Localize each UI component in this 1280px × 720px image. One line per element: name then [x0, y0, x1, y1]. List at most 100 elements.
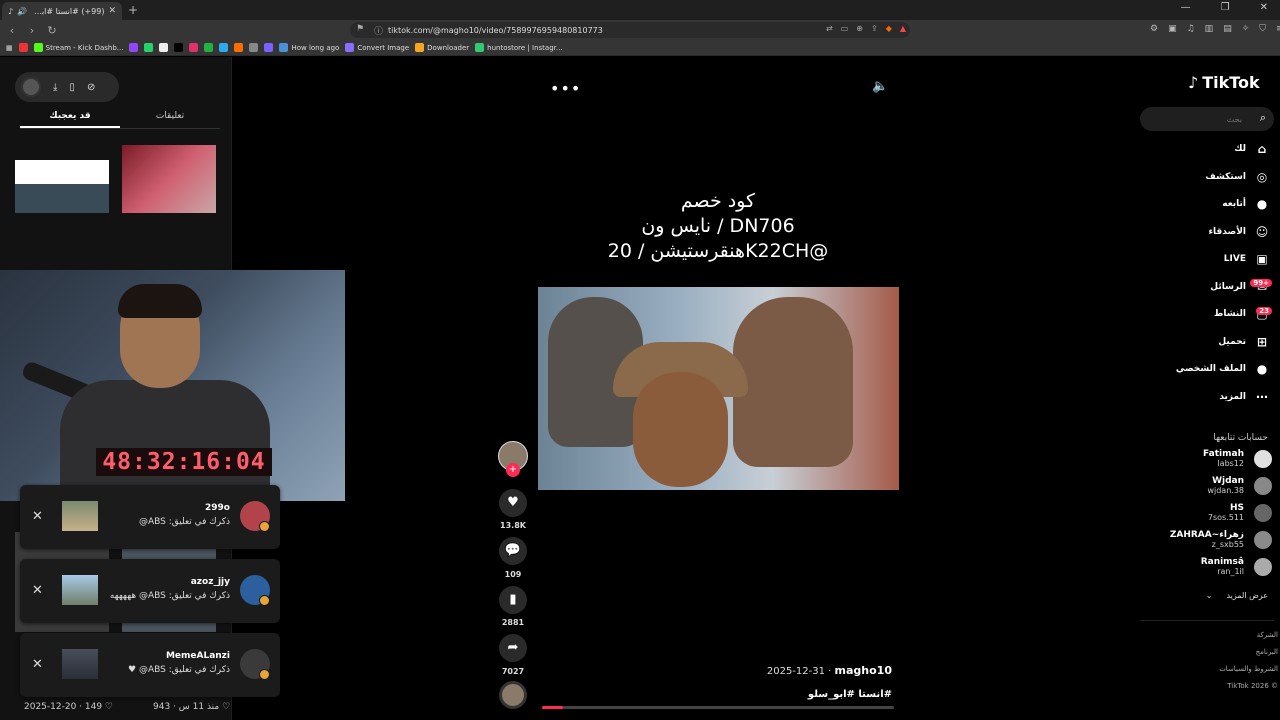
- bookmark-item[interactable]: [144, 43, 154, 52]
- browser-tab[interactable]: ♪ 🔊 (99+) #انستا #ابو_سلو | ابو سلو ✕: [2, 2, 122, 20]
- brave-shield-icon[interactable]: ◆: [886, 24, 892, 33]
- bookmark-item[interactable]: [174, 43, 184, 52]
- follow-plus-icon[interactable]: +: [506, 463, 520, 477]
- wallet-icon[interactable]: ▤: [1223, 24, 1232, 34]
- nav-item-explore[interactable]: استكشف ◎: [1205, 170, 1270, 184]
- comment-count: 109: [504, 570, 522, 579]
- creator-avatar[interactable]: [21, 77, 41, 97]
- bookmark-item[interactable]: [219, 43, 229, 52]
- following-account[interactable]: ZAHRAA~زهراء z_sxb55: [1142, 530, 1272, 549]
- badge-icon: [259, 669, 270, 680]
- cast-icon[interactable]: ▭: [841, 24, 849, 33]
- video-author[interactable]: magho10: [835, 664, 892, 677]
- nav-item-upload[interactable]: تحميل ⊞: [1218, 335, 1270, 349]
- nav-item-profile[interactable]: الملف الشخصي ●: [1176, 362, 1270, 376]
- site-info-icon[interactable]: ⓘ: [374, 24, 383, 37]
- back-icon[interactable]: ‹: [4, 24, 20, 37]
- maximize-icon[interactable]: ❐: [1221, 2, 1230, 13]
- close-icon[interactable]: ✕: [32, 657, 43, 672]
- new-tab-button[interactable]: +: [128, 3, 138, 17]
- notification-card[interactable]: ✕ MemeALanzi ذكرك في تعليق: ABS@ ♥: [20, 633, 280, 697]
- bookmarks-bar: ▦ Stream - Kick Dashb... How long ago Conv…: [0, 40, 1280, 56]
- bookmark-item[interactable]: Downloader: [415, 43, 469, 52]
- share-icon[interactable]: ➦: [499, 634, 527, 662]
- bookmark-item[interactable]: huntostore | Instagr...: [475, 43, 563, 52]
- comment-icon[interactable]: 💬: [499, 537, 527, 565]
- video-progress-bar[interactable]: [542, 706, 894, 709]
- video-hashtags[interactable]: #انستا #ابو_سلو: [700, 689, 892, 700]
- minimize-icon[interactable]: —: [1181, 2, 1191, 13]
- bookmark-item[interactable]: [129, 43, 139, 52]
- bookmark-item[interactable]: [234, 43, 244, 52]
- bookmark-item[interactable]: [159, 43, 169, 52]
- footer-link[interactable]: البرنامج: [1256, 648, 1278, 656]
- footer-link[interactable]: الشركة: [1257, 631, 1278, 639]
- address-bar[interactable]: ⚑ ⓘ tiktok.com/@magho10/video/7589976959…: [350, 22, 910, 38]
- translate-icon[interactable]: ⇄: [826, 24, 833, 33]
- share-icon[interactable]: ⇪: [871, 24, 878, 33]
- nav-item-label: استكشف: [1205, 171, 1246, 182]
- bookmark-item[interactable]: Convert Image: [345, 43, 409, 52]
- bookmark-item[interactable]: How long ago: [279, 43, 339, 52]
- like-icon[interactable]: ♥: [499, 489, 527, 517]
- following-account[interactable]: HS 7sos.511: [1142, 503, 1272, 522]
- leo-icon[interactable]: ✧: [1242, 24, 1250, 34]
- music-icon[interactable]: ♫: [1187, 24, 1195, 34]
- video-thumbnail[interactable]: [122, 145, 216, 213]
- video-player[interactable]: [538, 287, 899, 490]
- url-text[interactable]: tiktok.com/@magho10/video/75899769594808…: [388, 26, 603, 35]
- close-icon[interactable]: ✕: [32, 509, 43, 524]
- tab-comments[interactable]: تعليقات: [120, 107, 220, 128]
- audio-icon[interactable]: 🔊: [17, 7, 27, 16]
- forward-icon[interactable]: ›: [24, 24, 40, 37]
- notification-card[interactable]: ✕ 299o ذكرك في تعليق: ABS@: [20, 485, 280, 549]
- nav-item-live[interactable]: LIVE ▣: [1224, 252, 1270, 266]
- close-icon[interactable]: ✕: [32, 583, 43, 598]
- phone-icon[interactable]: ▯: [69, 82, 75, 93]
- bookmark-item[interactable]: [249, 43, 259, 52]
- bookmark-icon[interactable]: ⚑: [356, 24, 364, 34]
- bookmark-item[interactable]: [204, 43, 214, 52]
- bookmark-item[interactable]: Stream - Kick Dashb...: [33, 43, 123, 52]
- footer-link[interactable]: الشروط والسياسات: [1219, 665, 1278, 673]
- apps-icon[interactable]: ▦: [6, 44, 13, 52]
- tab-close-button[interactable]: ✕: [108, 6, 116, 16]
- music-disc-icon[interactable]: [499, 681, 527, 709]
- link-icon[interactable]: ⊘: [87, 82, 95, 93]
- upload-icon: ⊞: [1256, 334, 1268, 349]
- bookmark-icon[interactable]: ▮: [499, 586, 527, 614]
- more-icon: ⋯: [1256, 389, 1268, 404]
- nav-item-friends[interactable]: الأصدقاء ☺: [1208, 225, 1270, 239]
- following-account[interactable]: Ranimsâ ran_1il: [1142, 557, 1272, 576]
- more-options-icon[interactable]: •••: [550, 79, 581, 98]
- rewards-icon[interactable]: ▲: [900, 24, 906, 33]
- following-account[interactable]: Wjdan wjdan.38: [1142, 476, 1272, 495]
- bookmark-item[interactable]: [264, 43, 274, 52]
- footer-link[interactable]: TikTok 2026 ©: [1227, 682, 1278, 690]
- following-account[interactable]: Fatimah labs12: [1142, 449, 1272, 468]
- extension-icon[interactable]: ⚙: [1150, 24, 1158, 34]
- vpn-icon[interactable]: ⛉: [1259, 24, 1266, 34]
- sidebar-icon[interactable]: ▥: [1205, 24, 1214, 34]
- notification-card[interactable]: ✕ azoz_jjy ذكرك في تعليق: ABS@ هههههه: [20, 559, 280, 623]
- search-icon[interactable]: ⌕: [1260, 111, 1266, 125]
- tiktok-logo[interactable]: ♪ TikTok: [1188, 73, 1260, 92]
- bookmark-item[interactable]: [18, 43, 28, 52]
- close-window-icon[interactable]: ✕: [1260, 2, 1268, 13]
- search-input[interactable]: [1150, 111, 1242, 127]
- download-icon[interactable]: ⤓: [53, 82, 57, 93]
- reload-icon[interactable]: ↻: [44, 24, 60, 37]
- screenshot-icon[interactable]: ▣: [1168, 24, 1177, 34]
- video-thumbnail[interactable]: [15, 160, 109, 213]
- tiktok-page: ⤓ ▯ ⊘ قد يعجبك تعليقات 2025-12-20 · 149 …: [0, 57, 1280, 720]
- nav-item-more[interactable]: المزيد ⋯: [1219, 390, 1270, 404]
- nav-item-following[interactable]: أتابعه ●: [1222, 197, 1270, 211]
- notification-text: ذكرك في تعليق: ABS@: [138, 517, 230, 527]
- show-more-button[interactable]: ⌄ عرض المزيد: [1206, 591, 1268, 600]
- tab-you-may-like[interactable]: قد يعجبك: [20, 107, 120, 128]
- menu-icon[interactable]: ≡: [1276, 24, 1280, 34]
- nav-item-for-you[interactable]: لك ⌂: [1234, 142, 1270, 156]
- zoom-icon[interactable]: ⊕: [856, 24, 863, 33]
- volume-icon[interactable]: 🔈: [872, 79, 888, 94]
- bookmark-item[interactable]: [189, 43, 199, 52]
